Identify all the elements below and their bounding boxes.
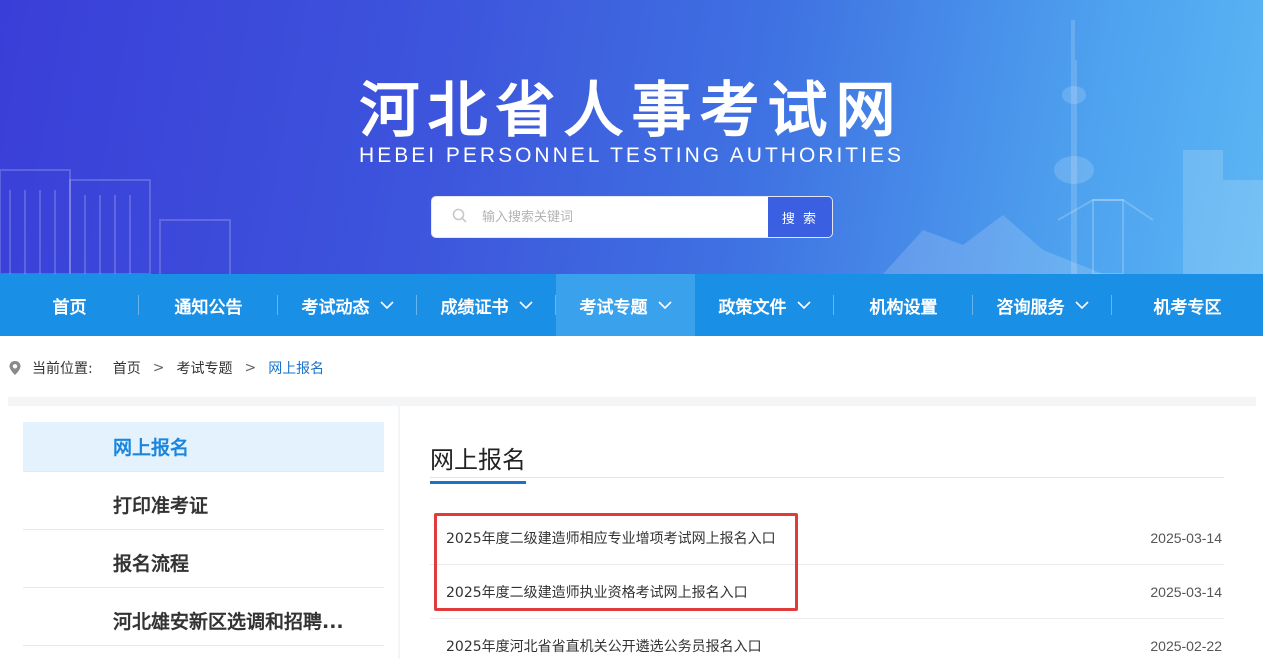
nav-item-scores[interactable]: 成绩证书 — [417, 274, 556, 336]
highlight-annotation-box — [434, 513, 798, 611]
nav-label: 机考专区 — [1153, 297, 1222, 318]
sidebar-item-label: 网上报名 — [113, 437, 190, 459]
site-subtitle: HEBEI PERSONNEL TESTING AUTHORITIES — [359, 144, 904, 167]
nav-label: 成绩证书 — [440, 297, 509, 318]
nav-label: 通知公告 — [174, 297, 243, 318]
nav-label: 机构设置 — [869, 297, 938, 318]
breadcrumb-current: 网上报名 — [268, 361, 325, 377]
list-item-date: 2025-03-14 — [1150, 583, 1222, 600]
chevron-down-icon — [379, 300, 394, 309]
title-divider — [430, 477, 1224, 478]
header-banner: 河北省人事考试网 HEBEI PERSONNEL TESTING AUTHORI… — [0, 0, 1263, 274]
breadcrumb-exam-topics[interactable]: 考试专题 — [176, 358, 232, 378]
breadcrumb-prefix: 当前位置: — [32, 361, 93, 377]
nav-item-notices[interactable]: 通知公告 — [139, 274, 278, 336]
breadcrumb-separator: > — [244, 360, 257, 376]
breadcrumb-separator: > — [152, 360, 165, 376]
search-input[interactable] — [482, 197, 762, 237]
main-nav: 首页 通知公告 考试动态 成绩证书 考试专题 政策文件 机构设置 咨询服务 机考… — [0, 274, 1263, 336]
nav-label: 考试动态 — [301, 297, 370, 318]
sidebar-item-xiongan-recruitment[interactable]: 河北雄安新区选调和招聘... — [23, 596, 384, 646]
nav-item-exam-news[interactable]: 考试动态 — [278, 274, 417, 336]
search-box: 搜 索 — [431, 196, 833, 238]
sidebar-item-registration-process[interactable]: 报名流程 — [23, 538, 384, 588]
sidebar-item-label: 河北雄安新区选调和招聘... — [113, 611, 344, 633]
sidebar-item-label: 报名流程 — [113, 553, 190, 575]
nav-item-policies[interactable]: 政策文件 — [695, 274, 834, 336]
site-title: 河北省人事考试网 — [359, 76, 904, 146]
nav-item-consulting[interactable]: 咨询服务 — [973, 274, 1112, 336]
list-item: 2025年度河北省省直机关公开遴选公务员报名入口 2025-02-22 — [430, 619, 1224, 659]
chevron-down-icon — [657, 300, 672, 309]
nav-label: 首页 — [52, 297, 87, 318]
breadcrumb: 当前位置: 首页 > 考试专题 > 网上报名 — [8, 358, 324, 378]
nav-item-organization[interactable]: 机构设置 — [834, 274, 973, 336]
nav-label: 政策文件 — [718, 297, 787, 318]
nav-item-computer-exam[interactable]: 机考专区 — [1112, 274, 1263, 336]
list-item-date: 2025-03-14 — [1150, 529, 1222, 546]
sidebar-item-label: 打印准考证 — [113, 495, 209, 517]
chevron-down-icon — [518, 300, 533, 309]
nav-item-home[interactable]: 首页 — [0, 274, 139, 336]
chevron-down-icon — [1074, 300, 1089, 309]
breadcrumb-home[interactable]: 首页 — [113, 358, 141, 378]
list-item-link[interactable]: 2025年度河北省省直机关公开遴选公务员报名入口 — [446, 636, 762, 656]
nav-label: 考试专题 — [579, 297, 648, 318]
search-icon — [452, 208, 467, 223]
location-pin-icon — [9, 361, 21, 375]
nav-label: 咨询服务 — [996, 297, 1065, 318]
building-illustration — [0, 169, 231, 274]
sidebar-item-print-admission-ticket[interactable]: 打印准考证 — [23, 480, 384, 530]
sidebar: 网上报名 打印准考证 报名流程 河北雄安新区选调和招聘... — [8, 406, 398, 659]
search-button[interactable]: 搜 索 — [768, 197, 832, 237]
chevron-down-icon — [796, 300, 811, 309]
sidebar-item-online-registration[interactable]: 网上报名 — [23, 422, 384, 472]
list-item-date: 2025-02-22 — [1150, 637, 1222, 654]
nav-item-exam-topics[interactable]: 考试专题 — [556, 274, 695, 336]
